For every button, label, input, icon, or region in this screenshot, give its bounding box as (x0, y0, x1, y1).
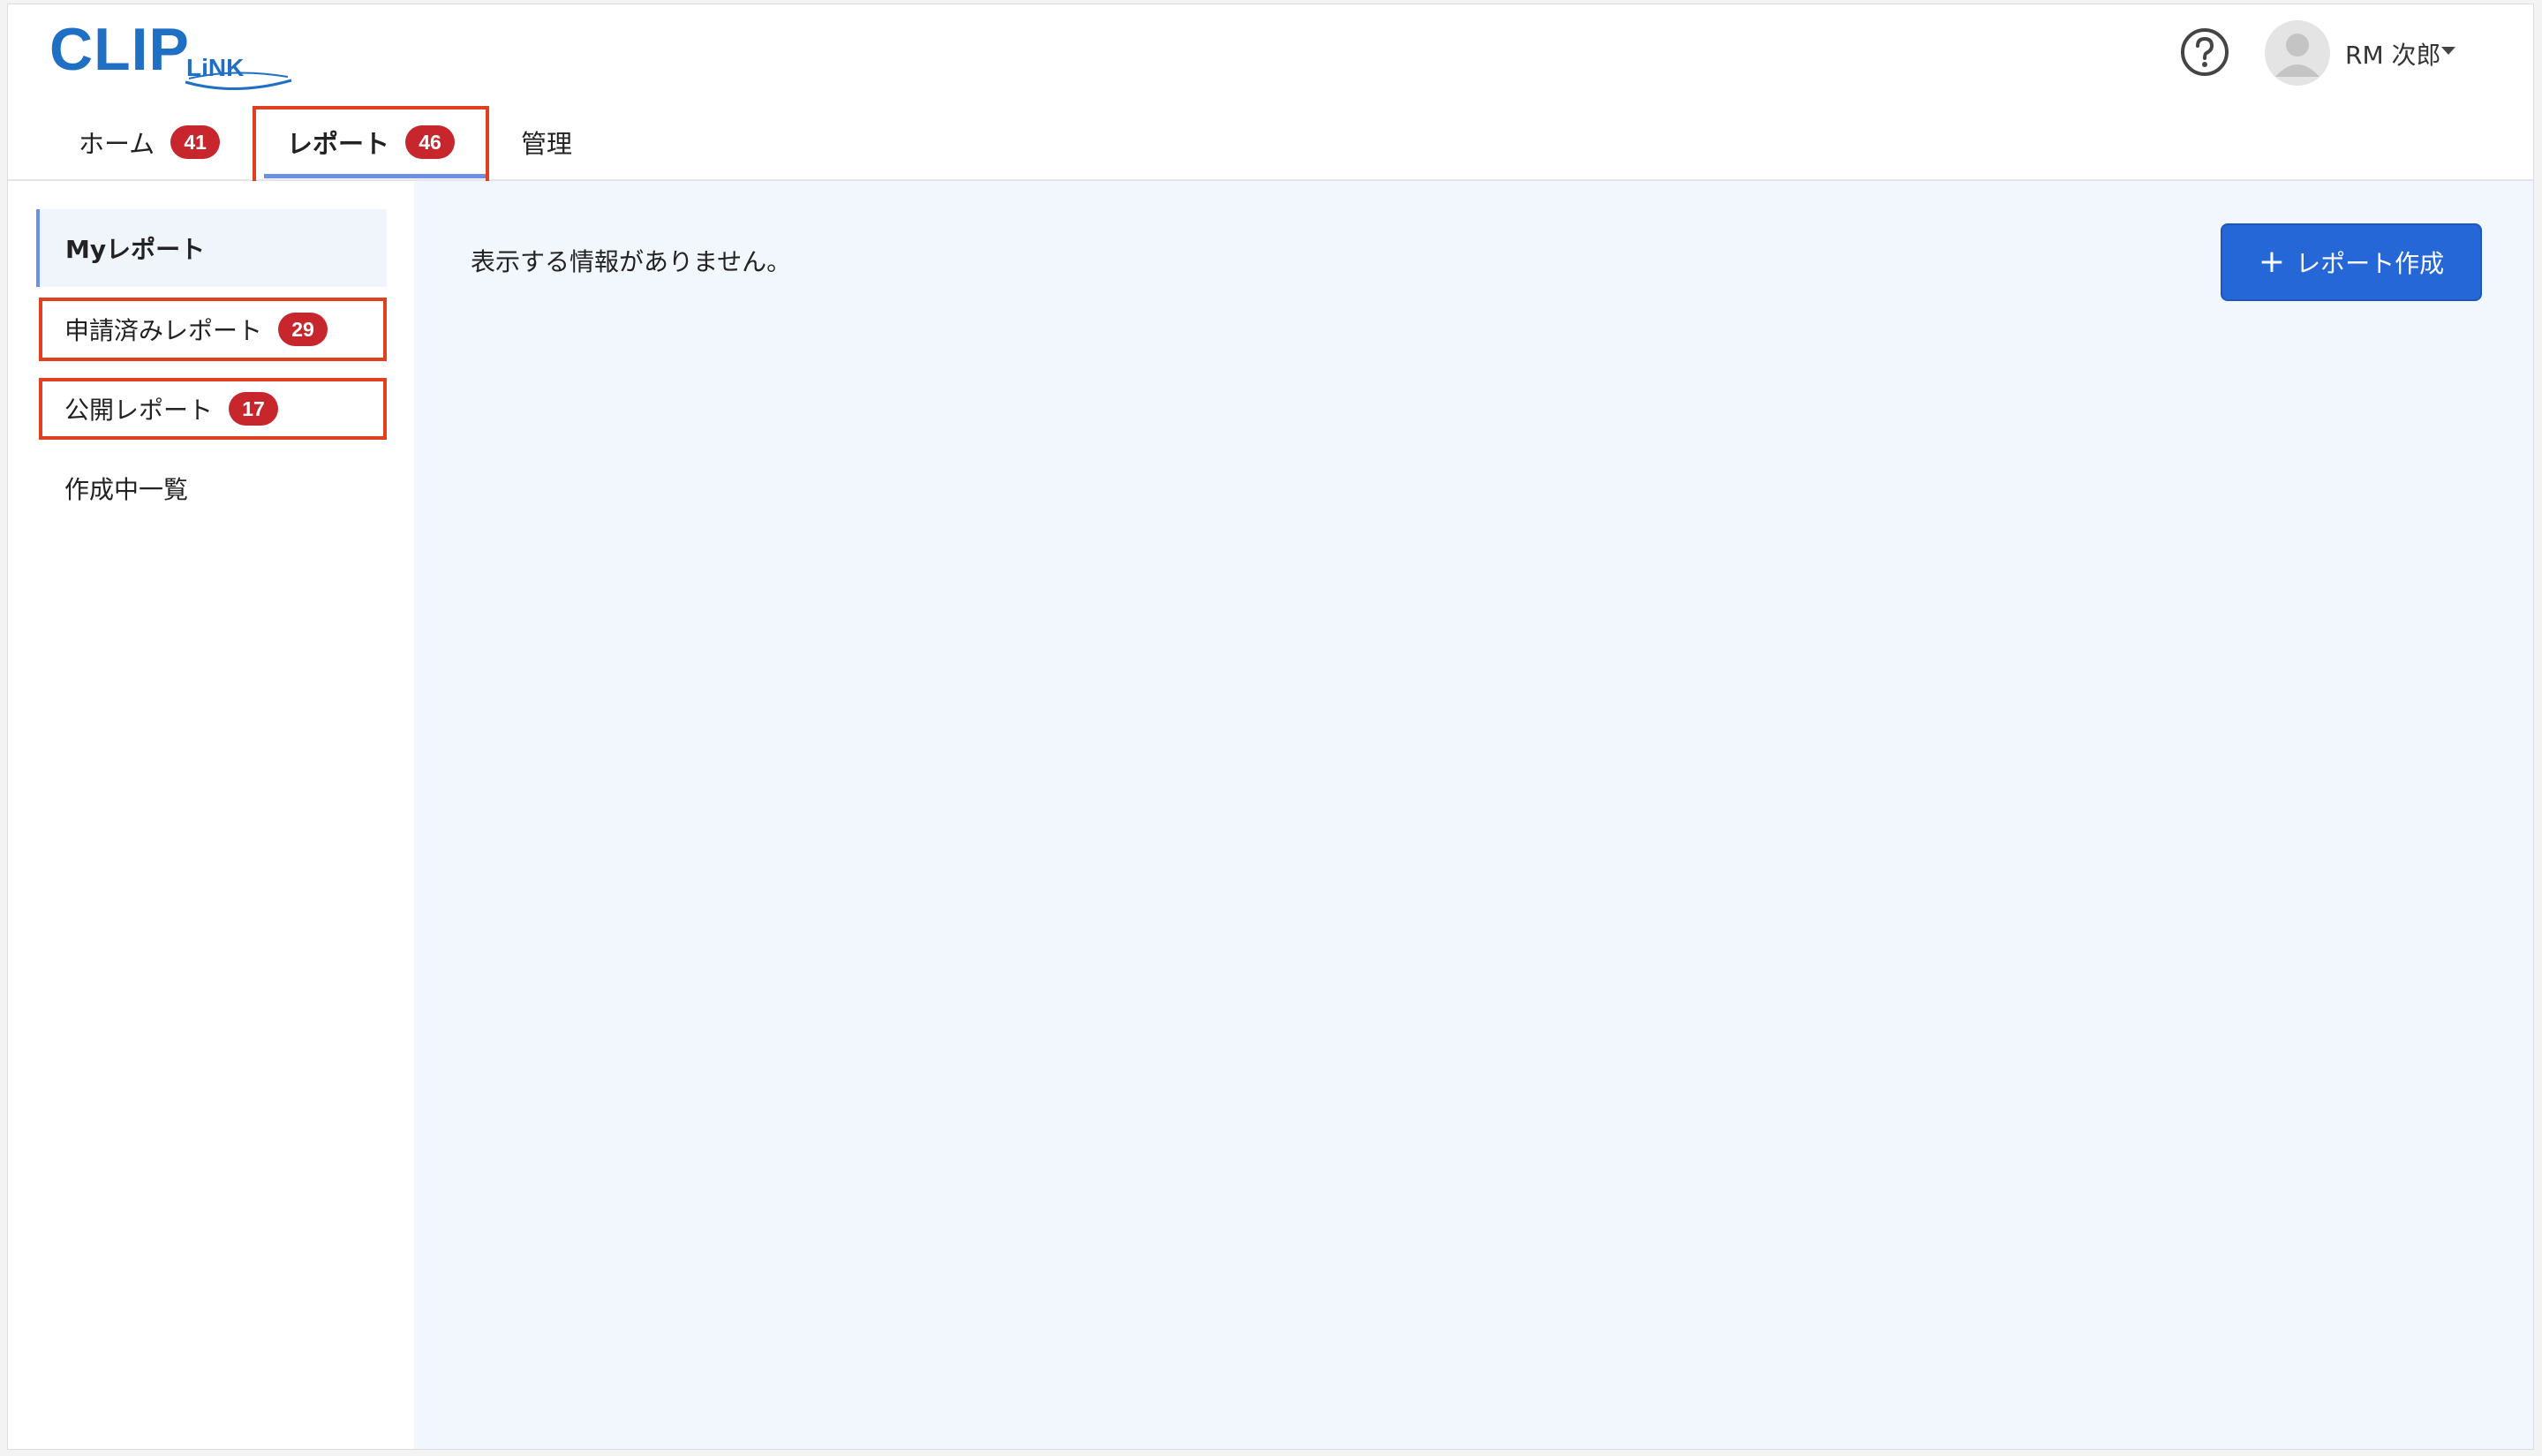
tab-home[interactable]: ホーム 41 (79, 103, 221, 181)
highlight-box-report-tab (253, 106, 489, 186)
sidebar-item-label: 作成中一覧 (64, 475, 189, 504)
create-report-button-label: レポート作成 (2296, 249, 2445, 278)
sidebar-item-my-reports[interactable]: Myレポート (36, 209, 387, 287)
tab-home-count-badge: 41 (170, 125, 221, 159)
highlight-box-public (39, 378, 387, 440)
app-window: CLIP LiNK RM 次郎 ホーム 41 レポート 46 管理 Myレポート… (7, 4, 2534, 1450)
user-icon (2265, 20, 2330, 86)
tab-admin[interactable]: 管理 (521, 103, 572, 181)
sidebar-item-drafts[interactable]: 作成中一覧 (36, 449, 387, 527)
create-report-button[interactable]: + レポート作成 (2221, 223, 2482, 301)
sidebar-item-label: Myレポート (65, 235, 206, 264)
user-menu-name[interactable]: RM 次郎 (2345, 36, 2441, 72)
question-circle-icon (2181, 28, 2229, 76)
tab-admin-label: 管理 (521, 129, 573, 159)
avatar[interactable] (2265, 20, 2330, 86)
empty-state-message: 表示する情報がありません。 (471, 247, 792, 276)
logo-sub-text: LiNK (186, 54, 245, 81)
sidebar: Myレポート 申請済みレポート 29 公開レポート 17 作成中一覧 (8, 181, 414, 1449)
caret-down-icon[interactable] (2441, 47, 2455, 55)
help-button[interactable] (2178, 26, 2231, 79)
highlight-box-applied (39, 298, 387, 361)
plus-icon: + (2258, 244, 2286, 280)
logo-main-text: CLIP (49, 16, 190, 83)
app-header: CLIP LiNK RM 次郎 ホーム 41 レポート 46 管理 (8, 4, 2533, 186)
logo[interactable]: CLIP LiNK (49, 15, 292, 90)
main-content: 表示する情報がありません。 + レポート作成 (414, 181, 2533, 1449)
tab-home-label: ホーム (79, 129, 155, 159)
